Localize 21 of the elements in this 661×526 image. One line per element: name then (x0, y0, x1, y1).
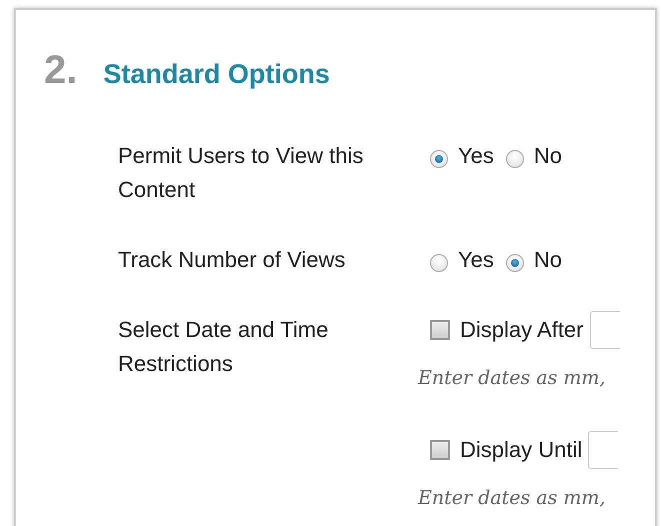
radio-button[interactable] (506, 150, 524, 168)
option-label: Permit Users to View this Content (118, 142, 364, 204)
checkbox[interactable] (430, 320, 450, 340)
section-title: Standard Options (103, 59, 330, 90)
option-label: Track Number of Views (118, 246, 346, 274)
option-label: Select Date and Time Restrictions (118, 316, 330, 378)
checkbox-label[interactable]: Display After (460, 317, 584, 343)
radio-option[interactable]: No (506, 143, 562, 169)
radio-button[interactable] (430, 254, 448, 272)
radio-option[interactable]: No (506, 247, 562, 273)
radio-option[interactable]: Yes (430, 247, 494, 273)
radio-button[interactable] (506, 254, 524, 272)
checkbox[interactable] (430, 440, 450, 460)
radio-button[interactable] (430, 150, 448, 168)
step-number: 2. (44, 48, 78, 93)
date-field[interactable] (590, 311, 620, 349)
checkbox-label[interactable]: Display Until (460, 437, 582, 463)
date-field[interactable] (588, 431, 618, 469)
date-hint: Enter dates as mm, (418, 366, 606, 391)
radio-option[interactable]: Yes (430, 143, 494, 169)
date-hint: Enter dates as mm, (418, 486, 606, 511)
